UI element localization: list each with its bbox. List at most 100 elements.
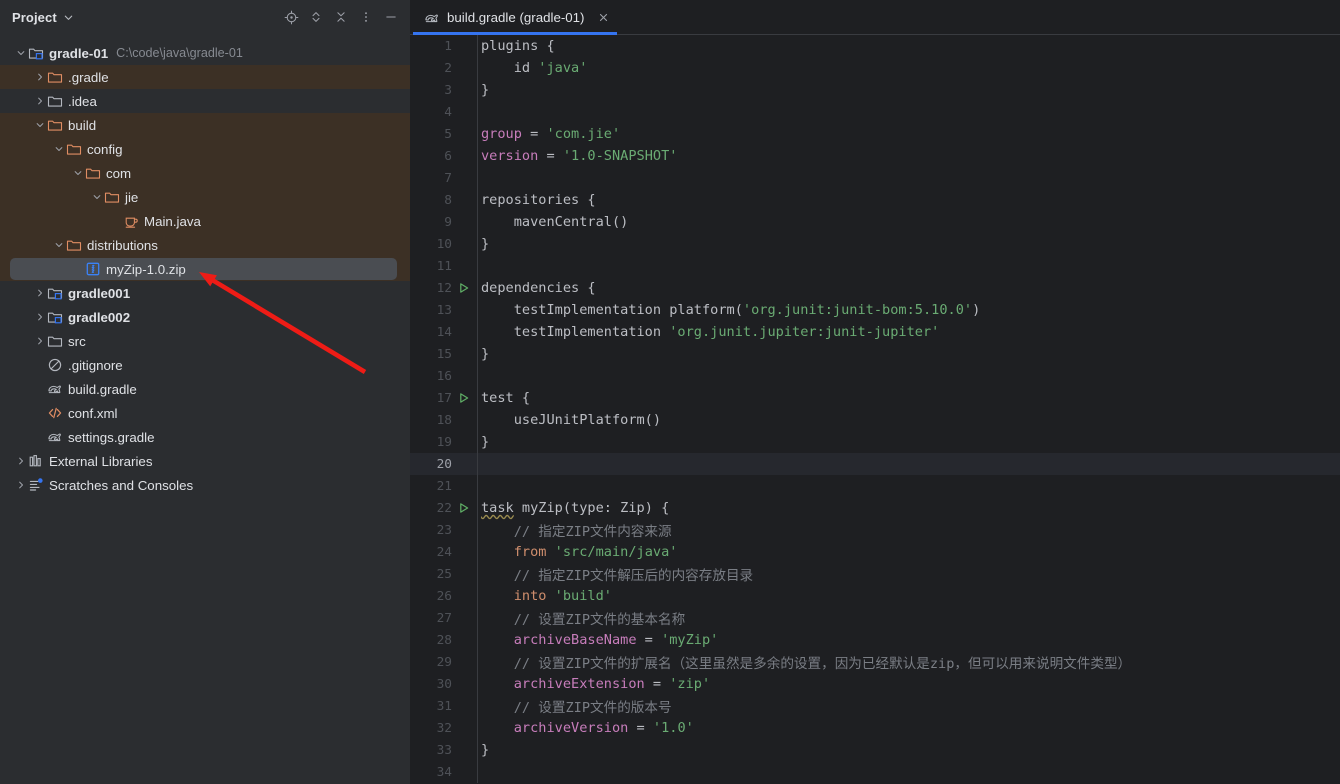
run-task-icon[interactable] [454,502,474,514]
editor-gutter[interactable]: 16 [410,365,477,387]
code-line[interactable]: 24 from 'src/main/java' [410,541,1340,563]
tree-row-build[interactable]: build [0,113,410,137]
editor-gutter[interactable]: 10 [410,233,477,255]
editor-gutter[interactable]: 25 [410,563,477,585]
editor-gutter[interactable]: 19 [410,431,477,453]
tree-row-main-java[interactable]: Main.java [0,209,410,233]
code-line[interactable]: 7 [410,167,1340,189]
chevron-right-icon[interactable] [14,473,28,497]
editor-gutter[interactable]: 33 [410,739,477,761]
chevron-down-icon[interactable] [71,161,85,185]
editor-gutter[interactable]: 31 [410,695,477,717]
code-line[interactable]: 13 testImplementation platform('org.juni… [410,299,1340,321]
chevron-down-icon[interactable] [90,185,104,209]
editor-gutter[interactable]: 18 [410,409,477,431]
close-icon[interactable] [595,10,611,26]
project-panel-title-button[interactable]: Project [12,10,74,25]
editor-gutter[interactable]: 8 [410,189,477,211]
editor-gutter[interactable]: 7 [410,167,477,189]
editor-gutter[interactable]: 1 [410,35,477,57]
code-line[interactable]: 18 useJUnitPlatform() [410,409,1340,431]
code-line[interactable]: 25 // 指定ZIP文件解压后的内容存放目录 [410,563,1340,585]
editor-gutter[interactable]: 4 [410,101,477,123]
code-line[interactable]: 3} [410,79,1340,101]
chevron-right-icon[interactable] [33,305,47,329]
code-line[interactable]: 15} [410,343,1340,365]
editor-gutter[interactable]: 28 [410,629,477,651]
run-task-icon[interactable] [454,392,474,404]
chevron-down-icon[interactable] [14,41,28,65]
editor-gutter[interactable]: 24 [410,541,477,563]
editor-gutter[interactable]: 34 [410,761,477,783]
tree-row-gradle-01[interactable]: gradle-01 C:\code\java\gradle-01 [0,41,410,65]
code-line[interactable]: 11 [410,255,1340,277]
editor-gutter[interactable]: 21 [410,475,477,497]
tree-row-distributions[interactable]: distributions [0,233,410,257]
editor-gutter[interactable]: 23 [410,519,477,541]
editor-gutter[interactable]: 5 [410,123,477,145]
chevron-down-icon[interactable] [52,233,66,257]
editor-gutter[interactable]: 26 [410,585,477,607]
code-editor[interactable]: 1 plugins {2 id 'java' 3} 4 5 group = 'com.ji… [410,35,1340,784]
collapse-all-icon[interactable] [330,6,352,28]
code-line[interactable]: 16 [410,365,1340,387]
code-line[interactable]: 23 // 指定ZIP文件内容来源 [410,519,1340,541]
code-line[interactable]: 6 version = '1.0-SNAPSHOT' [410,145,1340,167]
editor-gutter[interactable]: 32 [410,717,477,739]
editor-gutter[interactable]: 3 [410,79,477,101]
tree-row-config[interactable]: config [0,137,410,161]
locate-icon[interactable] [280,6,302,28]
tree-row-external-libraries[interactable]: External Libraries [0,449,410,473]
code-line[interactable]: 2 id 'java' [410,57,1340,79]
code-line[interactable]: 5 group = 'com.jie' [410,123,1340,145]
run-task-icon[interactable] [454,282,474,294]
editor-gutter[interactable]: 6 [410,145,477,167]
tree-row-gradle001[interactable]: gradle001 [0,281,410,305]
editor-gutter[interactable]: 17 [410,387,477,409]
code-line[interactable]: 32 archiveVersion = '1.0' [410,717,1340,739]
tree-row-com[interactable]: com [0,161,410,185]
editor-gutter[interactable]: 11 [410,255,477,277]
code-line[interactable]: 22 task myZip(type: Zip) { [410,497,1340,519]
chevron-down-icon[interactable] [52,137,66,161]
code-line[interactable]: 26 into 'build' [410,585,1340,607]
tree-row--idea[interactable]: .idea [0,89,410,113]
editor-gutter[interactable]: 12 [410,277,477,299]
hide-panel-icon[interactable] [380,6,402,28]
code-line[interactable]: 27 // 设置ZIP文件的基本名称 [410,607,1340,629]
editor-gutter[interactable]: 20 [410,453,477,475]
code-line[interactable]: 29 // 设置ZIP文件的扩展名（这里虽然是多余的设置，因为已经默认是zip，… [410,651,1340,673]
tree-row--gitignore[interactable]: .gitignore [0,353,410,377]
code-line[interactable]: 28 archiveBaseName = 'myZip' [410,629,1340,651]
tree-row-src[interactable]: src [0,329,410,353]
code-line[interactable]: 19} [410,431,1340,453]
code-line[interactable]: 8 repositories { [410,189,1340,211]
code-line[interactable]: 14 testImplementation 'org.junit.jupiter… [410,321,1340,343]
code-line[interactable]: 17 test { [410,387,1340,409]
code-line[interactable]: 10} [410,233,1340,255]
tree-row-scratches-and-consoles[interactable]: Scratches and Consoles [0,473,410,497]
code-line[interactable]: 30 archiveExtension = 'zip' [410,673,1340,695]
more-options-icon[interactable] [355,6,377,28]
chevron-right-icon[interactable] [33,89,47,113]
tree-row-build-gradle[interactable]: build.gradle [0,377,410,401]
tree-row-jie[interactable]: jie [0,185,410,209]
tree-row--gradle[interactable]: .gradle [0,65,410,89]
tree-row-gradle002[interactable]: gradle002 [0,305,410,329]
code-line[interactable]: 33} [410,739,1340,761]
expand-collapse-icon[interactable] [305,6,327,28]
editor-tab[interactable]: build.gradle (gradle-01) [410,0,620,35]
editor-gutter[interactable]: 22 [410,497,477,519]
editor-gutter[interactable]: 15 [410,343,477,365]
editor-gutter[interactable]: 29 [410,651,477,673]
code-line[interactable]: 1 plugins { [410,35,1340,57]
editor-gutter[interactable]: 14 [410,321,477,343]
tree-row-settings-gradle[interactable]: settings.gradle [0,425,410,449]
tree-row-myzip-1-0-zip[interactable]: myZip-1.0.zip [0,257,410,281]
chevron-right-icon[interactable] [14,449,28,473]
code-line[interactable]: 34 [410,761,1340,783]
editor-gutter[interactable]: 2 [410,57,477,79]
editor-gutter[interactable]: 27 [410,607,477,629]
code-line[interactable]: 20 [410,453,1340,475]
project-tree[interactable]: gradle-01 C:\code\java\gradle-01 .gradle .i… [0,34,410,497]
